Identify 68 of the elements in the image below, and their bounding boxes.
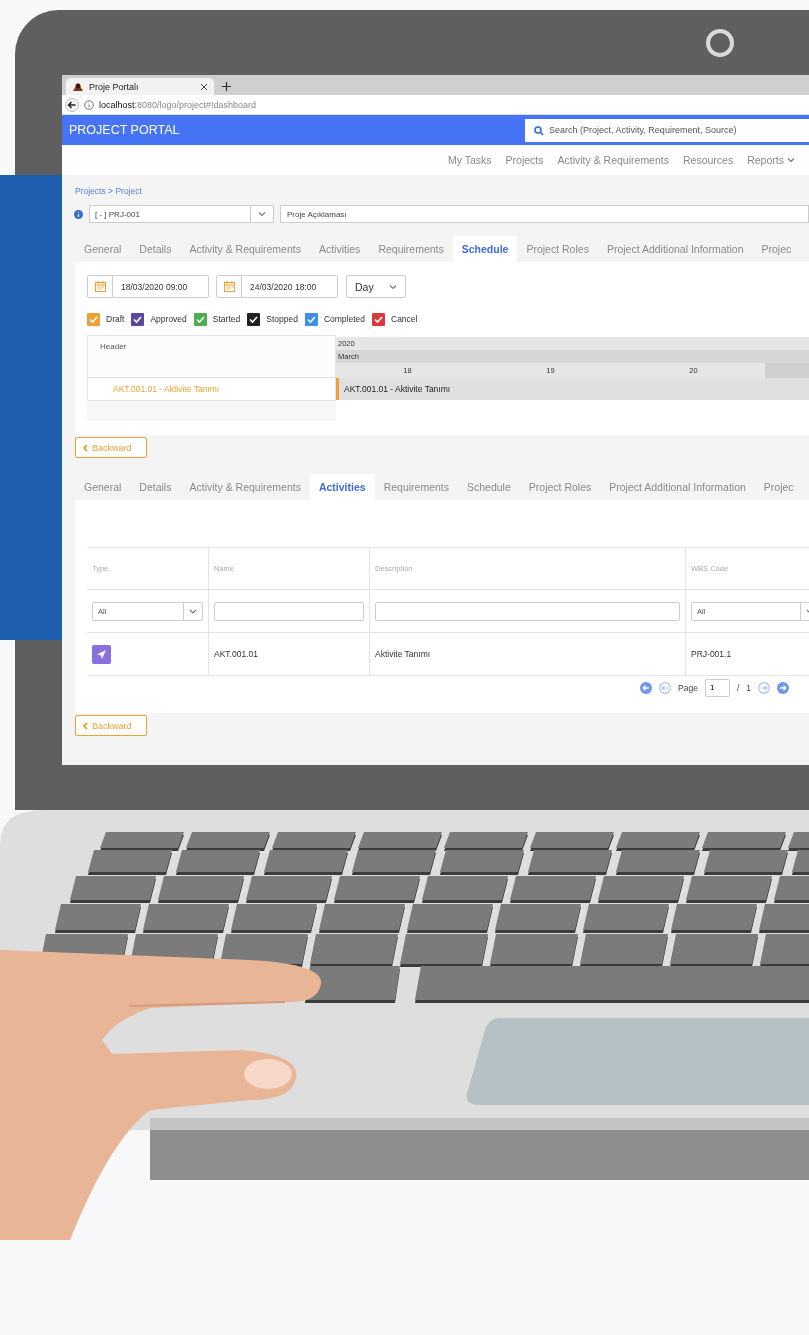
- legend-label: Draft: [106, 314, 125, 324]
- tab[interactable]: Project Roles: [519, 474, 601, 500]
- legend-label: Cancel: [391, 314, 418, 324]
- legend-label: Approved: [150, 314, 187, 324]
- table-cell: AKT.001.01: [214, 649, 258, 659]
- back-icon[interactable]: [65, 97, 79, 112]
- table-cell: Aktivite Tanımı: [375, 649, 431, 659]
- caret-icon: [786, 157, 795, 163]
- filter-field[interactable]: [375, 601, 680, 621]
- legend-label: Started: [212, 314, 241, 324]
- tab[interactable]: Project Roles: [517, 236, 598, 262]
- tab[interactable]: Activity & Requirements: [180, 474, 310, 500]
- tab[interactable]: Requirements: [374, 474, 458, 500]
- chevron-left-icon: [82, 721, 88, 730]
- table-cell: PRJ-001.1: [691, 649, 732, 659]
- chevron-left-icon: [82, 443, 88, 452]
- backward-button[interactable]: Backward: [75, 715, 147, 736]
- first-page-button[interactable]: [640, 681, 653, 694]
- page-total: 1: [746, 682, 751, 693]
- camera-icon: [705, 27, 735, 58]
- close-icon[interactable]: [200, 82, 208, 91]
- tab[interactable]: Activities: [309, 474, 375, 500]
- tab[interactable]: Details: [130, 474, 181, 500]
- app-title: PROJECT PORTAL: [68, 123, 180, 137]
- browser-tab[interactable]: Proje Portalı: [66, 78, 214, 95]
- page-label: Page: [678, 682, 698, 693]
- tab[interactable]: Activities: [309, 236, 370, 262]
- previous-page-button[interactable]: [659, 681, 672, 694]
- breadcrumb: Projects > Project: [75, 185, 143, 197]
- tab[interactable]: General: [75, 236, 131, 262]
- legend-label: Stopped: [266, 314, 298, 324]
- tab-title: Proje Portalı: [89, 81, 140, 92]
- new-tab-icon[interactable]: [222, 82, 231, 91]
- nav-link[interactable]: Reports: [747, 154, 795, 166]
- project-dropdown[interactable]: [ - ] PRJ-001: [89, 205, 274, 223]
- tab[interactable]: General: [75, 474, 131, 500]
- tab[interactable]: Projec: [754, 474, 803, 500]
- filter-field[interactable]: [214, 601, 364, 621]
- info-icon: [84, 99, 94, 110]
- tab[interactable]: Details: [130, 236, 181, 262]
- caret-icon: [389, 283, 397, 290]
- backward-button[interactable]: Backward: [75, 437, 147, 458]
- next-page-button[interactable]: [758, 681, 770, 694]
- tab[interactable]: Schedule: [458, 474, 520, 500]
- page-separator: /: [736, 682, 740, 693]
- end-date-field[interactable]: 24/03/2020 18:00: [216, 275, 338, 298]
- tab[interactable]: Projec: [752, 236, 801, 262]
- nav-link[interactable]: Activity & Requirements: [557, 154, 669, 166]
- last-page-button[interactable]: [777, 681, 789, 694]
- task-bar: AKT.001.01 - Aktivite Tanımı: [336, 378, 809, 400]
- start-date-field[interactable]: 18/03/2020 09:00: [87, 275, 209, 298]
- info-icon: [74, 209, 83, 219]
- task-label: AKT.001.01 - Aktivite Tanımı: [113, 384, 220, 394]
- tab[interactable]: Activity & Requirements: [180, 236, 310, 262]
- column-header: Header: [100, 342, 127, 351]
- tab[interactable]: Requirements: [369, 236, 453, 262]
- nav-link[interactable]: Projects: [505, 154, 544, 166]
- scale-dropdown[interactable]: Day: [346, 275, 406, 298]
- nav-link[interactable]: My Tasks: [448, 154, 492, 166]
- url-text: localhost:8080/logo/project#!dashboard: [99, 99, 257, 110]
- legend-label: Completed: [323, 314, 365, 324]
- description-field[interactable]: Proje Açıklaması: [280, 205, 809, 223]
- tab[interactable]: Schedule: [452, 236, 518, 262]
- search-field[interactable]: Search (Project, Activity, Requirement, Source): [525, 118, 809, 142]
- tab[interactable]: Project Additional Information: [597, 236, 753, 262]
- page-field[interactable]: 1: [704, 678, 730, 697]
- nav-link[interactable]: Resources: [683, 154, 734, 166]
- tab[interactable]: Project Additional Information: [600, 474, 755, 500]
